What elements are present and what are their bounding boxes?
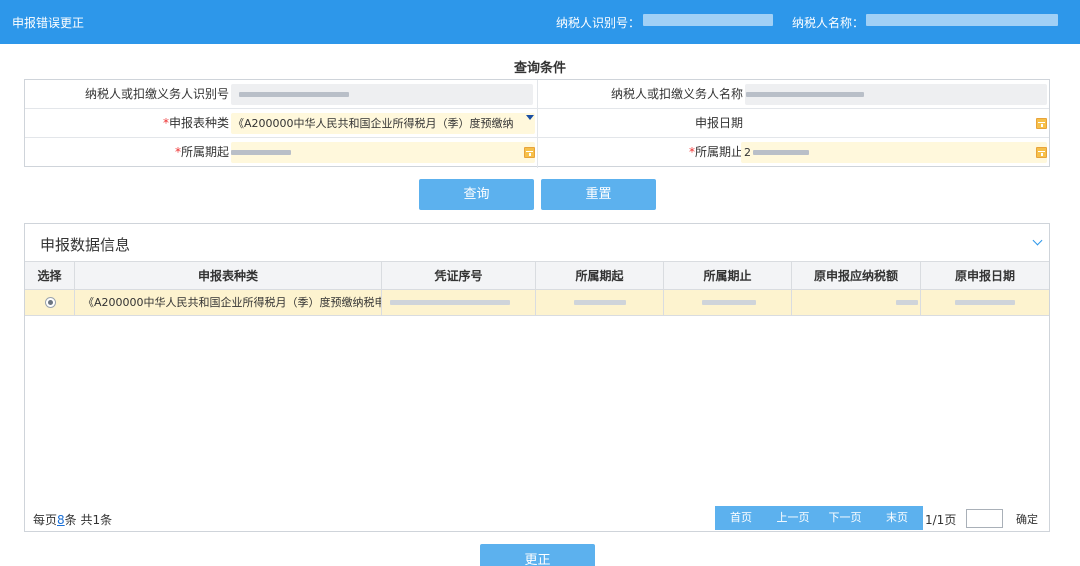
page-title: 申报错误更正 [12, 16, 85, 30]
period-end-value-redacted [753, 150, 809, 155]
form-row-2: *申报表种类 《A200000中华人民共和国企业所得税月（季）度预缴纳 申报日期 [25, 109, 1049, 138]
per-page-suffix: 条 共1条 [64, 513, 113, 527]
results-panel: 申报数据信息 选择 申报表种类 凭证序号 所属期起 所属期止 原申报应纳税额 原… [24, 223, 1050, 532]
per-page-link[interactable]: 8 [57, 513, 65, 527]
col-form-type: 申报表种类 [75, 262, 382, 290]
row-original-date-redacted [955, 300, 1015, 305]
col-voucher-no: 凭证序号 [382, 262, 536, 290]
row-voucher-cell [382, 290, 536, 315]
col-period-end: 所属期止 [664, 262, 792, 290]
declare-date-label: 申报日期 [694, 116, 743, 130]
agent-id-value-redacted [239, 92, 349, 97]
taxpayer-name-label: 纳税人名称： [792, 16, 865, 30]
row-original-tax-cell [792, 290, 921, 315]
collapse-chevron-icon[interactable] [1032, 235, 1043, 246]
col-select: 选择 [25, 262, 75, 290]
agent-name-value-redacted [746, 92, 864, 97]
form-type-select-value: 《A200000中华人民共和国企业所得税月（季）度预缴纳 [233, 117, 514, 130]
query-form: 纳税人或扣缴义务人识别号 纳税人或扣缴义务人名称 *申报表种类 《A200000… [24, 79, 1050, 168]
period-end-label-text: 所属期止 [694, 145, 743, 159]
page-jump-input[interactable] [966, 509, 1003, 528]
last-page-button[interactable]: 末页 [871, 506, 923, 530]
per-page-prefix: 每页 [33, 513, 58, 527]
form-row-1: 纳税人或扣缴义务人识别号 纳税人或扣缴义务人名称 [25, 80, 1049, 109]
table-header: 选择 申报表种类 凭证序号 所属期起 所属期止 原申报应纳税额 原申报日期 [25, 261, 1049, 290]
page-jump-confirm[interactable]: 确定 [1016, 511, 1038, 527]
next-page-button[interactable]: 下一页 [819, 506, 871, 530]
period-start-label-text: 所属期起 [180, 145, 229, 159]
calendar-icon[interactable] [1036, 118, 1047, 129]
form-type-label: *申报表种类 [25, 109, 229, 138]
table-row[interactable]: 《A200000中华人民共和国企业所得税月（季）度预缴纳税申... [25, 290, 1049, 316]
dropdown-arrow-icon[interactable] [526, 115, 534, 120]
col-original-date: 原申报日期 [954, 269, 1015, 283]
row-original-date-cell [921, 290, 1049, 315]
col-original-tax: 原申报应纳税额 [792, 262, 921, 290]
reset-button[interactable]: 重置 [541, 179, 656, 210]
taxpayer-name-value-redacted [866, 14, 1058, 26]
query-section-title: 查询条件 [513, 61, 566, 76]
form-type-label-text: 申报表种类 [168, 116, 229, 130]
row-period-start-cell [536, 290, 664, 315]
calendar-icon[interactable] [1036, 147, 1047, 158]
form-row-3: *所属期起 *所属期止 2 [25, 138, 1049, 167]
page-status: 1/1页 [925, 513, 957, 527]
period-end-value-prefix: 2 [744, 146, 751, 159]
row-period-start-redacted [574, 300, 626, 305]
row-period-end-redacted [702, 300, 756, 305]
taxpayer-id-label: 纳税人识别号： [556, 16, 641, 30]
calendar-icon[interactable] [524, 147, 535, 158]
row-original-tax-redacted [896, 300, 918, 305]
agent-name-label: 纳税人或扣缴义务人名称 [610, 87, 743, 101]
results-panel-title: 申报数据信息 [40, 236, 131, 254]
row-form-type: 《A200000中华人民共和国企业所得税月（季）度预缴纳税申... [75, 290, 382, 315]
agent-id-label: 纳税人或扣缴义务人识别号 [84, 87, 229, 101]
correct-button[interactable]: 更正 [480, 544, 595, 566]
period-end-label: *所属期止 [537, 138, 743, 167]
taxpayer-id-value-redacted [643, 14, 773, 26]
period-start-value-redacted [231, 150, 291, 155]
row-period-end-cell [664, 290, 792, 315]
row-voucher-redacted [390, 300, 510, 305]
declare-date-field[interactable] [745, 113, 1047, 134]
row-radio-button[interactable] [45, 297, 56, 308]
period-start-label: *所属期起 [25, 138, 229, 167]
top-bar: 申报错误更正 纳税人识别号： 纳税人名称： [0, 0, 1080, 44]
row-select-cell [25, 290, 75, 315]
first-page-button[interactable]: 首页 [715, 506, 767, 530]
col-period-start: 所属期起 [536, 262, 664, 290]
pager-info: 每页8条 共1条 [33, 511, 112, 528]
prev-page-button[interactable]: 上一页 [767, 506, 819, 530]
query-button[interactable]: 查询 [419, 179, 534, 210]
